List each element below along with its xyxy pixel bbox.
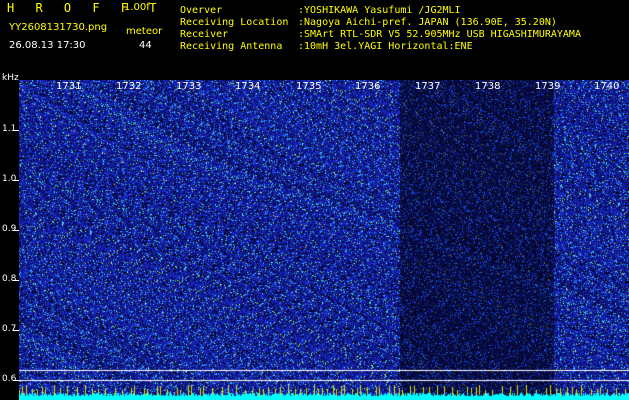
x-tick-label: 1733 [176,81,202,92]
station-value: :Nagoya Aichi-pref. JAPAN (136.90E, 35.2… [298,17,557,28]
image-filename: YY2608131730.png [9,22,108,33]
y-tick-label: 1.0 [2,174,17,184]
x-tick-label: 1740 [594,81,620,92]
waterfall-canvas[interactable] [19,80,629,400]
x-tick-label: 1732 [116,81,142,92]
y-tick [13,130,19,131]
meteor-label: meteor [126,26,163,37]
station-row-antenna: Receiving Antenna :10mH 3el.YAGI Horizont… [180,42,473,52]
station-value: :YOSHIKAWA Yasufumi /JG2MLI [298,5,461,16]
x-tick-label: 1736 [355,81,381,92]
meteor-count: 44 [139,40,152,51]
station-key: Receiver [180,29,229,40]
y-tick-label: 0.8 [2,274,17,284]
x-tick-label: 1739 [535,81,561,92]
station-row-observer: Overver :YOSHIKAWA Yasufumi /JG2MLI [180,6,461,16]
app-version: 1.00f [124,2,150,13]
x-tick-label: 1734 [235,81,261,92]
x-tick-label: 1738 [475,81,501,92]
y-tick [13,330,19,331]
y-tick [13,230,19,231]
station-row-location: Receiving Location :Nagoya Aichi-pref. JA… [180,18,557,28]
x-tick-label: 1735 [296,81,322,92]
date-time: 26.08.13 17:30 [9,40,86,51]
y-tick-label: 1.1 [2,124,17,134]
station-key: Receiving Location [180,17,289,28]
y-tick-label: 0.9 [2,224,17,234]
y-tick [13,180,19,181]
y-axis: 1.1 1.0 0.9 0.8 0.7 0.6 [0,80,19,400]
y-tick-label: 0.7 [2,324,17,334]
spectrogram-plot[interactable] [19,80,629,400]
station-row-receiver: Receiver :SMArt RTL-SDR V5 52.905MHz USB … [180,30,581,40]
y-tick-label: 0.6 [2,374,17,384]
y-tick [13,280,19,281]
y-tick [13,380,19,381]
station-value: :SMArt RTL-SDR V5 52.905MHz USB HIGASHIM… [298,29,581,40]
station-key: Overver [180,5,223,16]
x-tick-label: 1737 [415,81,441,92]
station-key: Receiving Antenna [180,41,283,52]
x-tick-label: 1731 [56,81,82,92]
station-value: :10mH 3el.YAGI Horizontal:ENE [298,41,473,52]
